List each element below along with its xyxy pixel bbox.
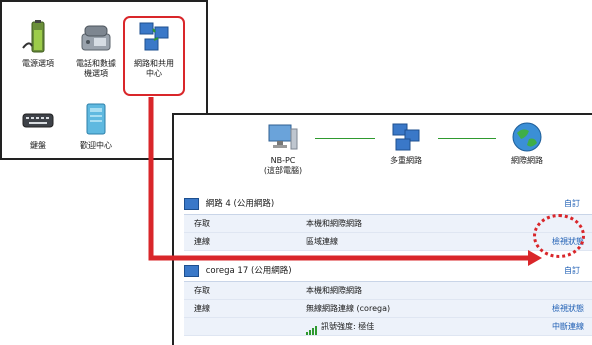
arrow-path [148, 97, 528, 261]
callout-arrow [148, 97, 542, 266]
arrow-head [528, 250, 542, 266]
callout-circle [533, 214, 585, 258]
